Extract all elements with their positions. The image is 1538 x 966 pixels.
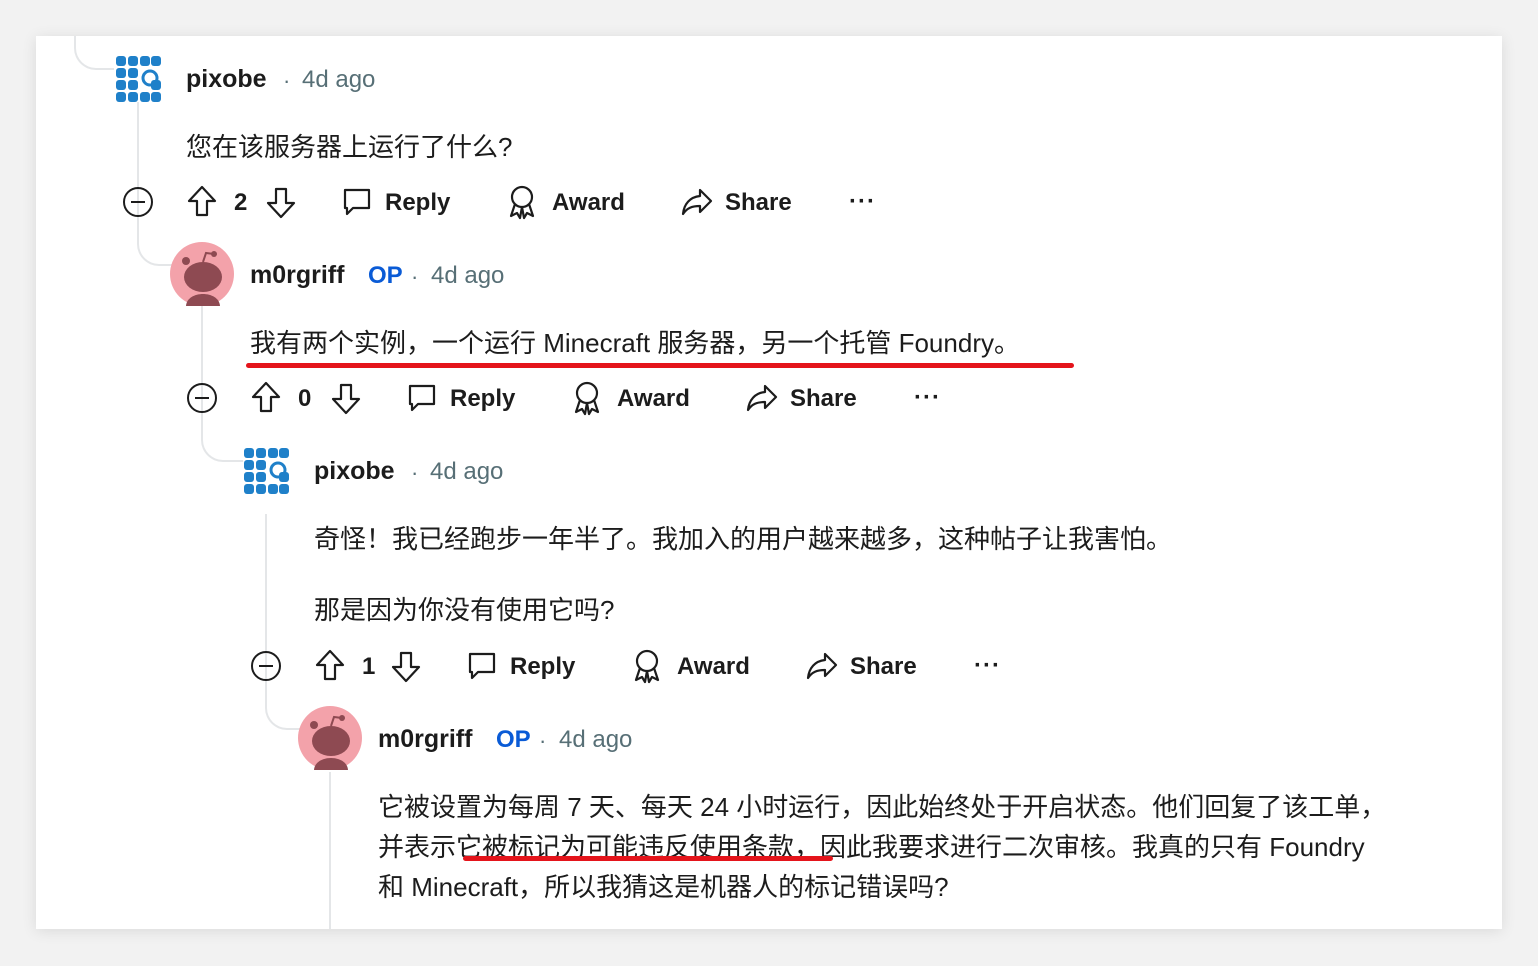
username[interactable]: pixobe [186,65,267,94]
timestamp[interactable]: 4d ago [431,262,504,290]
award-label[interactable]: Award [617,385,690,413]
share-label[interactable]: Share [850,653,917,681]
share-icon [746,384,778,412]
upvote-icon[interactable] [186,184,218,218]
downvote-icon[interactable] [390,650,422,684]
meta-separator: · [411,460,419,485]
thread-line [329,772,331,929]
avatar-icon[interactable] [170,242,234,306]
award-icon [574,381,600,416]
share-label[interactable]: Share [790,385,857,413]
thread-connector [201,416,243,462]
reply-icon [408,384,436,412]
upvote-icon[interactable] [314,648,346,682]
award-label[interactable]: Award [677,653,750,681]
reply-label[interactable]: Reply [510,653,575,681]
more-options-button[interactable]: ··· [914,384,941,412]
avatar-icon[interactable] [116,56,162,102]
collapse-icon[interactable] [186,382,218,414]
more-options-button[interactable]: ··· [849,188,876,216]
share-icon [806,652,838,680]
collapse-icon[interactable] [122,186,154,218]
op-badge: OP [368,262,403,289]
vote-count: 2 [234,189,248,216]
reply-label[interactable]: Reply [385,189,450,217]
upvote-icon[interactable] [250,380,282,414]
more-options-button[interactable]: ··· [974,652,1001,680]
downvote-icon[interactable] [265,186,297,220]
comment-text: 您在该服务器上运行了什么? [186,132,513,162]
comment-text: 我有两个实例，一个运行 Minecraft 服务器，另一个托管 Foundry。 [250,328,1020,358]
thread-connector [74,36,114,70]
comment-text: 那是因为你没有使用它吗? [314,595,615,625]
meta-separator: · [283,68,291,93]
comment-text: 奇怪！我已经跑步一年半了。我加入的用户越来越多，这种帖子让我害怕。 [314,524,1173,554]
timestamp[interactable]: 4d ago [302,66,375,94]
avatar-icon[interactable] [298,706,362,770]
comment-text: 它被设置为每周 7 天、每天 24 小时运行，因此始终处于开启状态。他们回复了该… [378,792,1387,822]
meta-separator: · [411,264,419,289]
vote-count: 0 [298,385,312,412]
highlight-underline [246,363,1074,368]
comment-text: 和 Minecraft，所以我猜这是机器人的标记错误吗? [378,872,949,902]
reply-icon [468,652,496,680]
share-label[interactable]: Share [725,189,792,217]
award-label[interactable]: Award [552,189,625,217]
collapse-icon[interactable] [250,650,282,682]
timestamp[interactable]: 4d ago [430,458,503,486]
reply-label[interactable]: Reply [450,385,515,413]
award-icon [509,185,535,220]
username[interactable]: m0rgriff [378,725,472,754]
highlight-underline [463,856,833,861]
comment-thread: pixobe · 4d ago 您在该服务器上运行了什么? 2 Reply Aw… [36,36,1502,929]
timestamp[interactable]: 4d ago [559,726,632,754]
downvote-icon[interactable] [330,382,362,416]
share-icon [681,188,713,216]
username[interactable]: pixobe [314,457,395,486]
meta-separator: · [539,728,547,753]
username[interactable]: m0rgriff [250,261,344,290]
reply-icon [343,188,371,216]
avatar-icon[interactable] [244,448,290,494]
vote-count: 1 [362,653,376,680]
op-badge: OP [496,726,531,753]
award-icon [634,649,660,684]
